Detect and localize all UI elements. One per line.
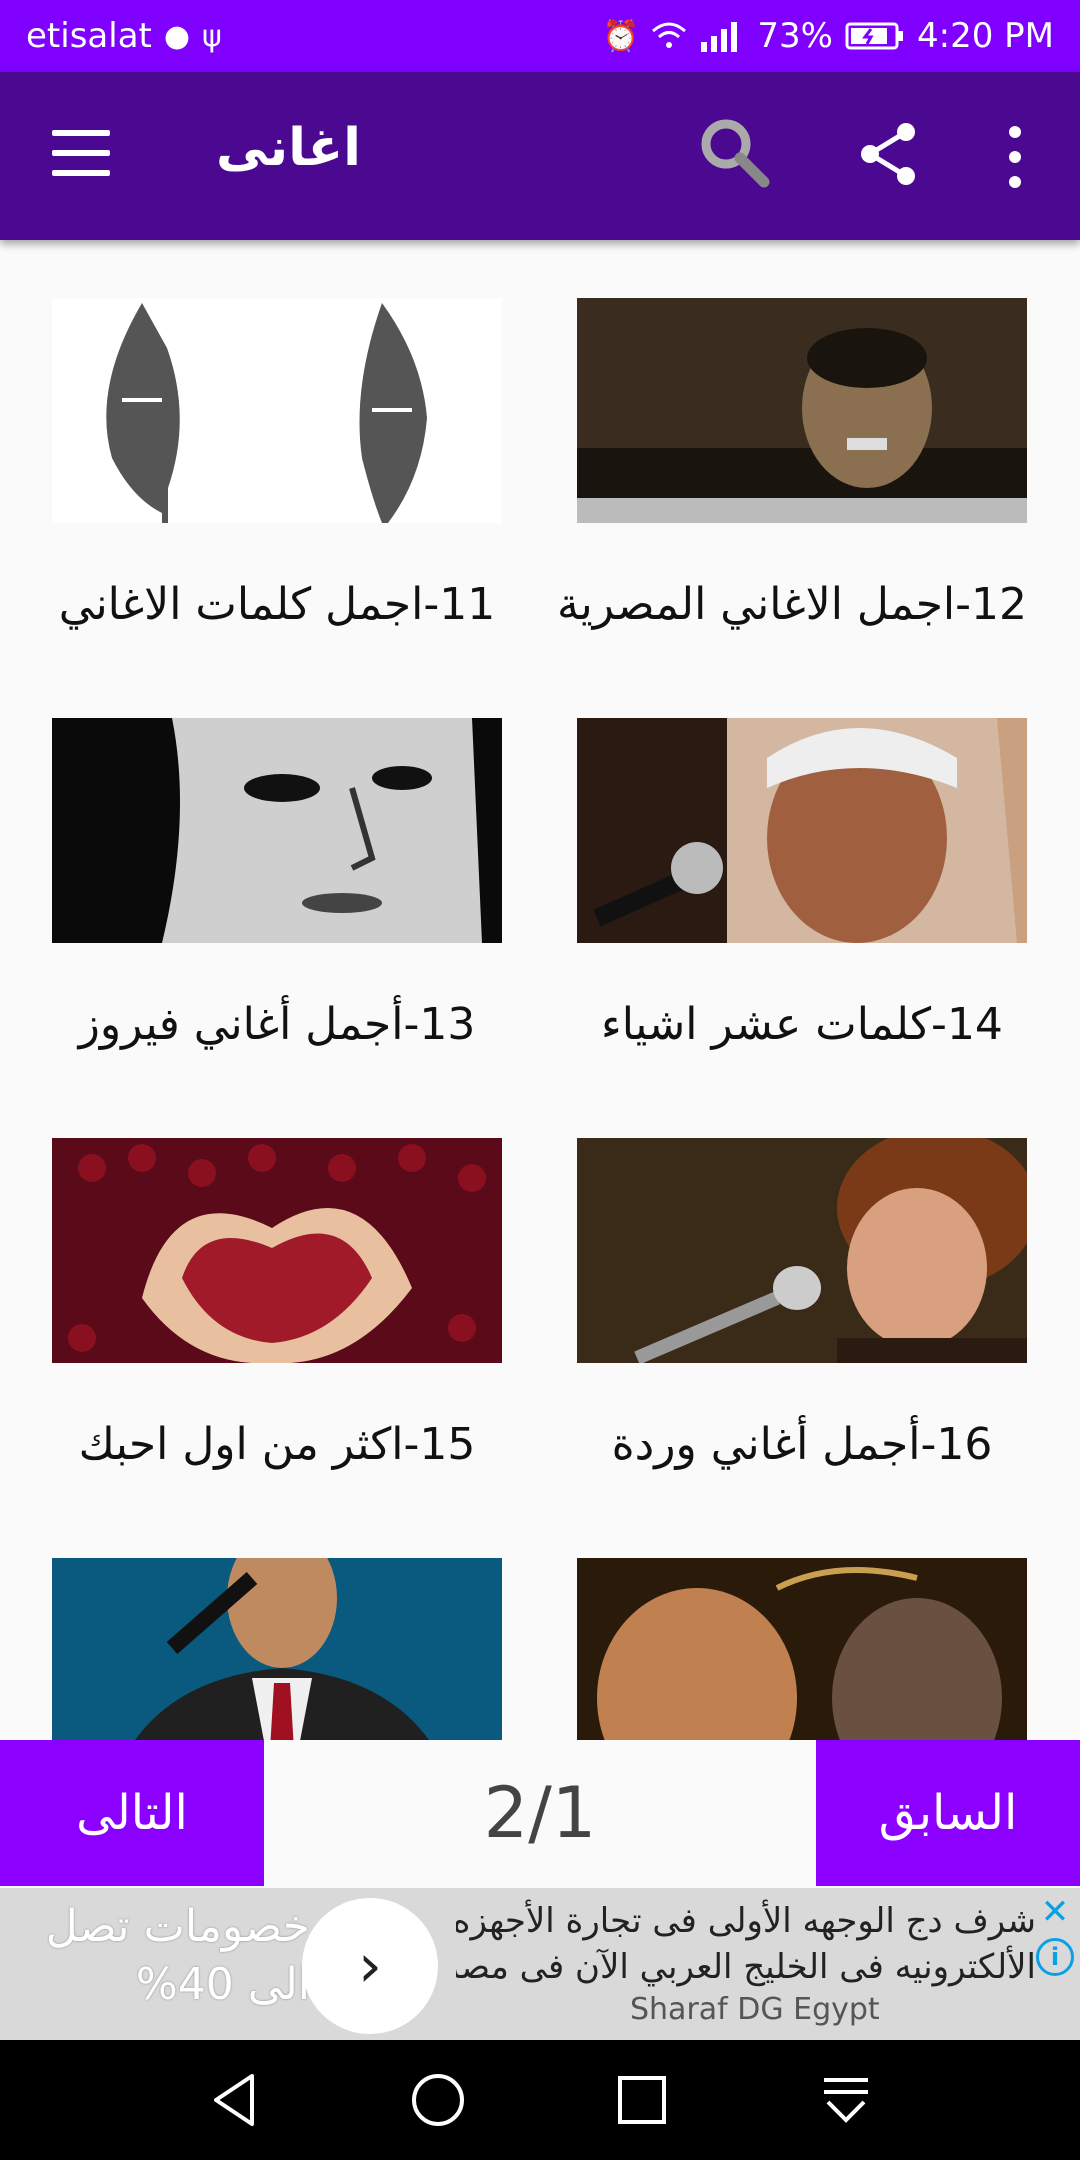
- page-indicator: 2/1: [483, 1772, 597, 1854]
- song-thumbnail: [52, 718, 502, 943]
- song-card[interactable]: 13-أجمل أغاني فيروز: [52, 718, 502, 1050]
- home-icon[interactable]: [408, 2070, 468, 2130]
- next-button[interactable]: التالى: [0, 1740, 264, 1886]
- ad-discount-line2: الى 40%: [135, 1959, 310, 2010]
- song-card[interactable]: 11-اجمل كلمات الاغاني: [52, 298, 502, 630]
- song-card[interactable]: 15-اكثر من اول احبك: [52, 1138, 502, 1470]
- song-title: 12-اجمل الاغاني المصرية: [556, 579, 1027, 630]
- alarm-icon: ⏰: [602, 18, 640, 54]
- ad-line2: الألكترونيه فى الخليج العربي الآن فى مصر: [456, 1947, 1036, 1987]
- signal-icon: [701, 22, 738, 52]
- wifi-icon: [652, 22, 687, 48]
- usb-icon: ψ: [202, 18, 222, 54]
- song-grid: 12-اجمل الاغاني المصرية 11-اجمل كلمات ال…: [0, 240, 1080, 1740]
- ad-line1: شرف دج الوجهه الأولى فى تجارة الأجهزه: [456, 1901, 1036, 1941]
- search-icon[interactable]: [694, 112, 774, 192]
- song-title: 15-اكثر من اول احبك: [78, 1419, 476, 1470]
- ad-text: شرف دج الوجهه الأولى فى تجارة الأجهزه ال…: [456, 1898, 1036, 1990]
- song-thumbnail: [52, 1528, 502, 1740]
- more-vert-icon[interactable]: [1000, 124, 1030, 190]
- ad-discount-text: خصومات تصل الى 40%: [10, 1898, 310, 2014]
- song-thumbnail: [52, 1138, 502, 1364]
- ad-arrow-button[interactable]: ›: [302, 1898, 438, 2034]
- menu-icon[interactable]: [52, 130, 112, 178]
- song-title: 16-أجمل أغاني وردة: [611, 1419, 993, 1470]
- globe-icon: ●: [163, 18, 191, 54]
- song-title: 11-اجمل كلمات الاغاني: [58, 579, 496, 630]
- song-thumbnail: [52, 298, 502, 523]
- song-thumbnail: [577, 1558, 1027, 1740]
- song-card[interactable]: 16-أجمل أغاني وردة: [577, 1128, 1037, 1470]
- song-thumbnail: [577, 1128, 1037, 1365]
- system-nav-bar: [0, 2040, 1080, 2160]
- battery-percent: 73%: [757, 16, 833, 56]
- info-icon[interactable]: i: [1036, 1938, 1074, 1976]
- song-thumbnail: [577, 298, 1027, 523]
- song-card[interactable]: 12-اجمل الاغاني المصرية: [556, 298, 1027, 630]
- pagination-bar: التالى 2/1 السابق: [0, 1740, 1080, 1886]
- song-card[interactable]: 14-كلمات عشر اشياء: [577, 718, 1027, 1050]
- status-left: etisalat ● ψ: [26, 16, 222, 56]
- status-right: ⏰ 73% 4:20 PM: [602, 16, 1054, 56]
- close-icon[interactable]: ✕: [1036, 1894, 1074, 1930]
- battery-charging-icon: [845, 22, 903, 50]
- previous-button[interactable]: السابق: [816, 1740, 1080, 1886]
- song-thumbnail: [577, 718, 1027, 943]
- song-card[interactable]: [577, 1558, 1027, 1740]
- song-title: 14-كلمات عشر اشياء: [601, 999, 1003, 1050]
- share-icon[interactable]: [852, 118, 924, 190]
- notification-pulldown-icon[interactable]: [816, 2070, 876, 2130]
- recents-icon[interactable]: [612, 2070, 672, 2130]
- page-title: اغانى: [216, 118, 362, 178]
- status-bar: etisalat ● ψ ⏰ 73% 4:20 PM: [0, 0, 1080, 72]
- carrier-name: etisalat: [26, 16, 152, 56]
- song-title: 13-أجمل أغاني فيروز: [78, 999, 476, 1050]
- ad-discount-line1: خصومات تصل: [45, 1901, 310, 1952]
- ad-banner[interactable]: خصومات تصل الى 40% › شرف دج الوجهه الأول…: [0, 1888, 1080, 2040]
- ad-source: Sharaf DG Egypt: [630, 1992, 880, 2027]
- song-card[interactable]: [52, 1528, 502, 1740]
- clock-time: 4:20 PM: [917, 16, 1054, 56]
- back-icon[interactable]: [206, 2070, 266, 2130]
- app-bar: اغانى: [0, 72, 1080, 240]
